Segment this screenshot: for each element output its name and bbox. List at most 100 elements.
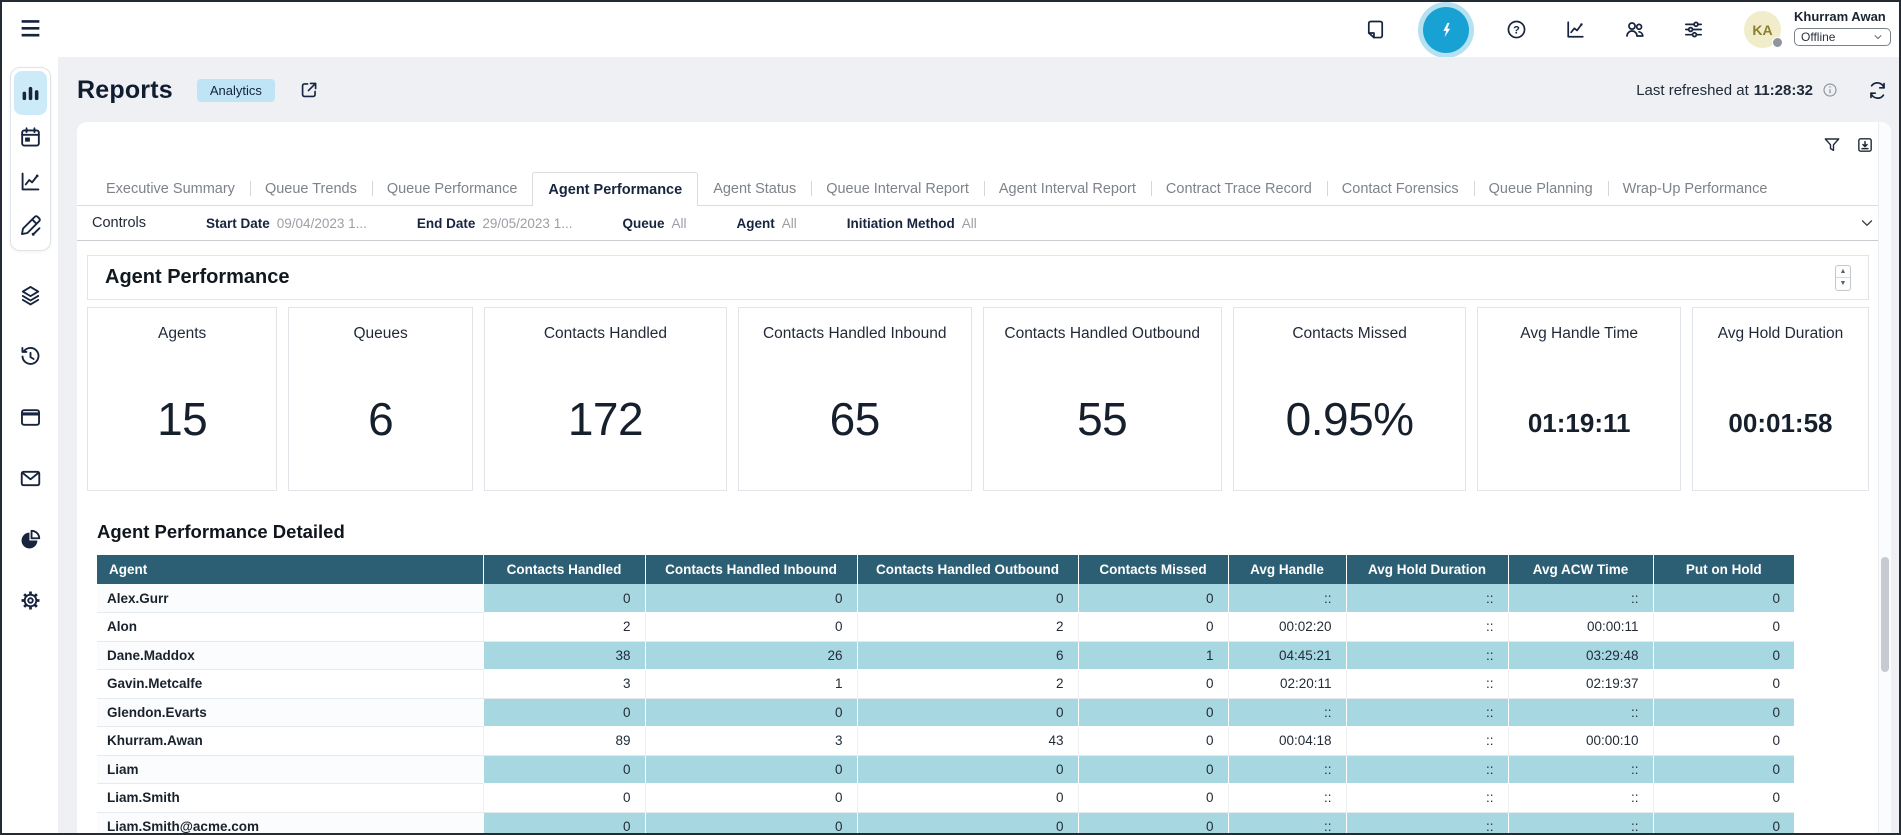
value-cell: 1 [645,670,857,699]
sidebar-item-design[interactable] [14,203,47,247]
column-header-avg-hold-duration: Avg Hold Duration [1346,555,1508,584]
tab-queue-interval-report[interactable]: Queue Interval Report [811,172,984,205]
tab-contract-trace-record[interactable]: Contract Trace Record [1151,172,1327,205]
tab-agent-performance[interactable]: Agent Performance [532,172,698,206]
value-cell: :: [1508,755,1653,784]
avatar[interactable]: KA [1744,11,1781,48]
value-cell: :: [1228,698,1346,727]
value-cell: 0 [645,698,857,727]
value-cell: 0 [645,812,857,833]
column-header-contacts-handled-inbound: Contacts Handled Inbound [645,555,857,584]
sidebar-item-calendar[interactable] [14,115,47,159]
controls-expand-chevron-icon[interactable] [1858,214,1876,232]
scrollbar-thumb[interactable] [1881,557,1889,672]
value-cell: 0 [1653,727,1794,756]
kpi-value: 6 [289,392,472,446]
value-cell: 0 [645,784,857,813]
external-link-icon[interactable] [298,79,320,101]
tab-agent-status[interactable]: Agent Status [698,172,811,205]
page-title: Reports [77,76,173,105]
hamburger-menu-icon[interactable] [18,16,43,41]
sidebar-item-window[interactable] [16,403,44,431]
panel-scrollbar[interactable] [1878,122,1891,833]
info-icon[interactable] [1821,81,1839,99]
user-name: Khurram Awan [1794,9,1891,24]
value-cell: 0 [483,812,645,833]
gear-icon [18,588,43,613]
help-icon[interactable]: ? [1505,18,1528,41]
section-stepper[interactable]: ▲▼ [1835,265,1851,291]
sidebar-item-bar-chart[interactable] [14,71,47,115]
filter-icon[interactable] [1822,135,1842,155]
value-cell: 0 [483,784,645,813]
topbar-icon-group: ? [1364,2,1705,57]
value-cell: 6 [857,641,1078,670]
tab-queue-trends[interactable]: Queue Trends [250,172,372,205]
status-select[interactable]: Offline [1794,28,1891,46]
controls-label[interactable]: Controls [92,215,146,231]
value-cell: :: [1228,584,1346,613]
kpi-value: 15 [88,392,276,446]
lightning-icon [1435,19,1457,41]
kpi-label: Queues [289,325,472,343]
kpi-value: 00:01:58 [1693,408,1868,439]
tab-queue-performance[interactable]: Queue Performance [372,172,533,205]
value-cell: :: [1346,641,1508,670]
last-refreshed: Last refreshed at 11:28:32 [1636,82,1813,99]
control-queue[interactable]: QueueAll [622,216,686,231]
lightning-icon-button[interactable] [1423,7,1469,53]
calendar-icon [18,125,43,150]
tab-contact-forensics[interactable]: Contact Forensics [1327,172,1474,205]
value-cell: 0 [1653,641,1794,670]
control-end-date[interactable]: End Date29/05/2023 1... [417,216,573,231]
value-cell: 0 [645,755,857,784]
notes-icon[interactable] [1364,18,1387,41]
sidebar-item-mail[interactable] [16,464,44,492]
value-cell: 0 [857,784,1078,813]
sidebar-item-layers[interactable] [16,281,44,309]
agent-name-cell: Gavin.Metcalfe [97,670,483,699]
tab-executive-summary[interactable]: Executive Summary [91,172,250,205]
value-cell: 0 [483,755,645,784]
value-cell: 0 [857,755,1078,784]
kpi-card-contacts-handled-outbound: Contacts Handled Outbound55 [983,307,1222,491]
value-cell: :: [1508,698,1653,727]
value-cell: :: [1228,812,1346,833]
download-icon[interactable] [1855,135,1875,155]
value-cell: 2 [857,613,1078,642]
tab-queue-planning[interactable]: Queue Planning [1474,172,1608,205]
column-header-avg-acw-time: Avg ACW Time [1508,555,1653,584]
value-cell: 1 [1078,641,1228,670]
control-initiation-method[interactable]: Initiation MethodAll [847,216,977,231]
column-header-contacts-missed: Contacts Missed [1078,555,1228,584]
controls-filters: Start Date09/04/2023 1... End Date29/05/2… [206,216,977,231]
sidebar-item-line-chart[interactable] [14,159,47,203]
sidebar-item-gear[interactable] [16,586,44,614]
settings-sliders-icon[interactable] [1682,18,1705,41]
metrics-icon[interactable] [1564,18,1587,41]
sidebar-item-history[interactable] [16,342,44,370]
tab-agent-interval-report[interactable]: Agent Interval Report [984,172,1151,205]
agent-performance-table: AgentContacts HandledContacts Handled In… [97,555,1794,833]
detail-table-title: Agent Performance Detailed [97,521,345,543]
table-row-liam-smith: Liam.Smith0000::::::0 [97,784,1794,813]
controls-bar: Controls Start Date09/04/2023 1... End Da… [77,206,1891,241]
contacts-icon[interactable] [1623,18,1646,41]
kpi-label: Avg Hold Duration [1693,325,1868,343]
agent-name-cell: Liam.Smith [97,784,483,813]
bar-chart-icon [18,81,43,106]
value-cell: :: [1346,670,1508,699]
value-cell: :: [1346,584,1508,613]
value-cell: 0 [1653,670,1794,699]
control-start-date[interactable]: Start Date09/04/2023 1... [206,216,367,231]
refresh-icon[interactable] [1866,79,1889,102]
sidebar-item-pie-chart[interactable] [16,525,44,553]
tab-wrap-up-performance[interactable]: Wrap-Up Performance [1608,172,1783,205]
table-row-liam-smith-acme-com: Liam.Smith@acme.com0000::::::0 [97,812,1794,833]
column-header-contacts-handled-outbound: Contacts Handled Outbound [857,555,1078,584]
value-cell: 00:00:11 [1508,613,1653,642]
kpi-label: Contacts Missed [1234,325,1466,343]
history-icon [18,344,43,369]
avatar-initials: KA [1752,22,1772,38]
control-agent[interactable]: AgentAll [736,216,796,231]
